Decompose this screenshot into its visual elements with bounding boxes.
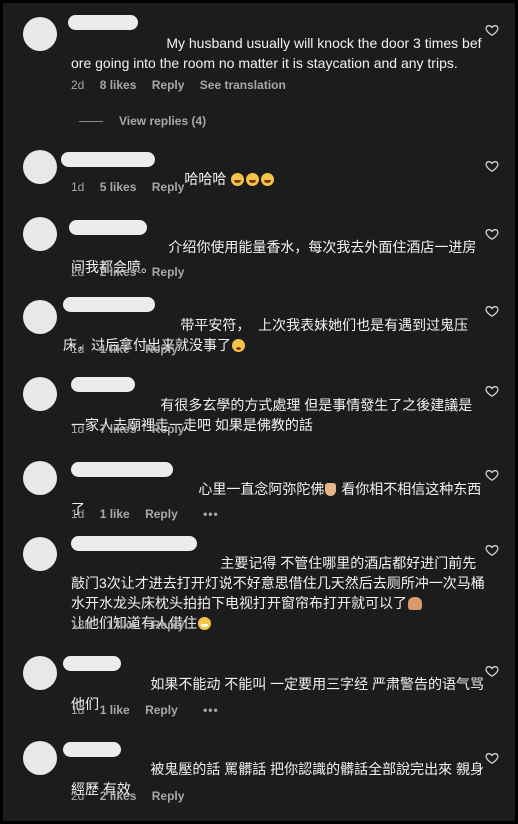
comment-text: 带平安符， 上次我表妹她们也是有遇到过鬼压床，过后拿付出来就没事了 — [63, 295, 485, 375]
like-count[interactable]: 1 like — [100, 703, 130, 717]
laughing-emoji-icon — [246, 173, 260, 186]
comment-meta: 1d 5 likes Reply — [71, 180, 196, 194]
comment-meta: 2d 8 likes Reply See translation — [71, 78, 298, 92]
comment-meta: 1d 1 like Reply ••• — [71, 507, 231, 521]
comment-text: 介绍你使用能量香水，每次我去外面住酒店一进房间我都会喷。 — [71, 217, 485, 297]
reply-button[interactable]: Reply — [152, 78, 185, 92]
comment-meta: 2d 2 likes Reply — [71, 265, 196, 279]
reply-button[interactable]: Reply — [152, 618, 185, 632]
avatar[interactable] — [23, 17, 57, 51]
like-count[interactable]: 1 like — [100, 507, 130, 521]
more-options-icon[interactable]: ••• — [203, 703, 219, 717]
avatar[interactable] — [23, 741, 57, 775]
comment-meta: 13h 1 like Reply — [71, 618, 196, 632]
avatar[interactable] — [23, 461, 57, 495]
laughing-emoji-icon — [231, 173, 245, 186]
avatar[interactable] — [23, 300, 57, 334]
reply-button[interactable]: Reply — [145, 703, 178, 717]
comment-meta: 1d 1 like Reply ••• — [71, 703, 231, 717]
comment-time: 1d — [71, 703, 85, 717]
like-count[interactable]: 1 like — [106, 618, 136, 632]
avatar[interactable] — [23, 150, 57, 184]
heart-icon[interactable] — [485, 664, 499, 678]
comment-text: 有很多玄學的方式處理 但是事情發生了之後建議是一家人去廟裡走一走吧 如果是佛教的… — [71, 375, 485, 455]
heart-icon[interactable] — [485, 304, 499, 318]
dizzy-face-emoji-icon — [232, 339, 245, 352]
comment-time: 1d — [71, 180, 85, 194]
avatar[interactable] — [23, 656, 57, 690]
view-replies-label: View replies (4) — [119, 114, 207, 128]
comment-meta: 2d 2 likes Reply — [71, 789, 196, 803]
like-count[interactable]: 5 likes — [100, 180, 137, 194]
comment-text: 如果不能动 不能叫 一定要用三字经 严肃警告的语气骂他们 — [71, 654, 485, 734]
smiling-face-emoji-icon — [198, 617, 211, 630]
avatar[interactable] — [23, 377, 57, 411]
heart-icon[interactable] — [485, 384, 499, 398]
reply-button[interactable]: Reply — [145, 342, 178, 356]
comment-body-start: 心里一直念阿弥陀佛 — [198, 481, 325, 497]
reply-button[interactable]: Reply — [152, 789, 185, 803]
heart-icon[interactable] — [485, 468, 499, 482]
like-count[interactable]: 2 likes — [100, 265, 137, 279]
like-count[interactable]: 8 likes — [100, 78, 137, 92]
heart-icon[interactable] — [485, 23, 499, 37]
reply-button[interactable]: Reply — [152, 422, 185, 436]
comment-meta: 1d 1 like Reply — [71, 342, 190, 356]
comment-time: 1d — [71, 507, 85, 521]
comment-time: 2d — [71, 265, 85, 279]
comment-time: 2d — [71, 78, 85, 92]
comment-time: 13h — [71, 618, 92, 632]
comment-time: 1d — [71, 422, 85, 436]
replies-divider-line — [79, 121, 103, 123]
comment-body: My husband usually will knock the door 3… — [71, 35, 482, 71]
reply-button[interactable]: Reply — [152, 180, 185, 194]
like-count[interactable]: 7 likes — [100, 422, 137, 436]
see-translation-button[interactable]: See translation — [200, 78, 286, 92]
praying-hands-emoji-icon — [408, 597, 422, 610]
comment-time: 1d — [71, 342, 85, 356]
reply-button[interactable]: Reply — [152, 265, 185, 279]
heart-icon[interactable] — [485, 159, 499, 173]
like-count[interactable]: 2 likes — [100, 789, 137, 803]
comment-time: 2d — [71, 789, 85, 803]
more-options-icon[interactable]: ••• — [203, 507, 219, 521]
comment-text: 主要记得 不管住哪里的酒店都好进门前先敲门3次让才进去打开灯说不好意思借住几天然… — [71, 533, 485, 653]
like-count[interactable]: 1 like — [100, 342, 130, 356]
comment-text: 心里一直念阿弥陀佛 看你相不相信这种东西了 — [71, 459, 485, 539]
heart-icon[interactable] — [485, 543, 499, 557]
view-replies-button[interactable]: View replies (4) — [71, 114, 206, 128]
heart-icon[interactable] — [485, 227, 499, 241]
comment-text: 被鬼壓的話 罵髒話 把你認識的髒話全部說完出來 親身經歷 有效 — [71, 739, 485, 819]
avatar[interactable] — [23, 537, 57, 571]
avatar[interactable] — [23, 217, 57, 251]
comments-panel: My husband usually will knock the door 3… — [3, 3, 515, 821]
reply-button[interactable]: Reply — [145, 507, 178, 521]
laughing-emoji-icon — [261, 173, 275, 186]
comment-text: 哈哈哈 — [71, 149, 485, 209]
heart-icon[interactable] — [485, 751, 499, 765]
comment-meta: 1d 7 likes Reply — [71, 422, 196, 436]
hand-emoji-icon — [325, 483, 337, 496]
comment-body: 主要记得 不管住哪里的酒店都好进门前先敲门3次让才进去打开灯说不好意思借住几天然… — [71, 555, 485, 611]
